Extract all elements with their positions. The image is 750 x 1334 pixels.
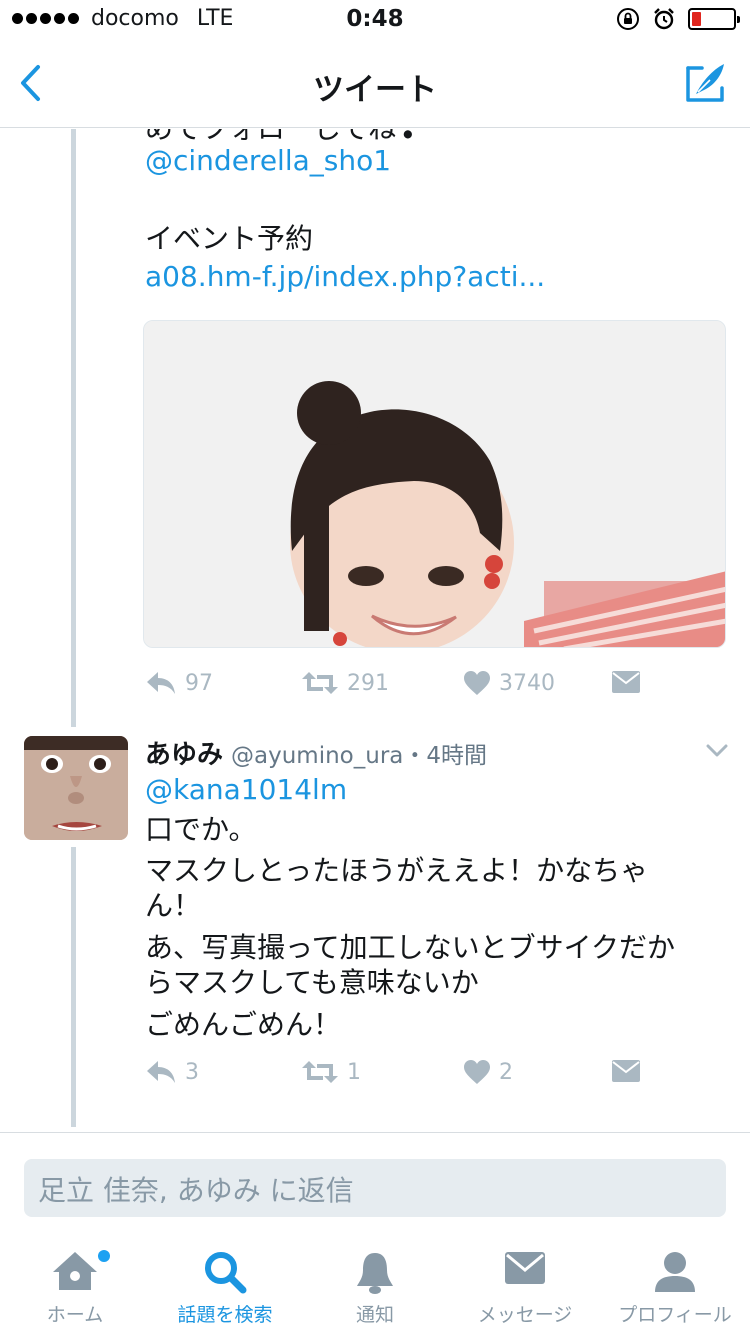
tab-label: 話題を検索: [177, 1304, 273, 1326]
tweet-photo[interactable]: [143, 320, 726, 648]
alarm-icon: [654, 8, 674, 30]
retweet-count: 1: [347, 1059, 361, 1085]
tweet-line: ん！: [145, 889, 202, 922]
dm-action[interactable]: [611, 1059, 641, 1083]
tweet-line: マスクしとったほうがええよ！かなちゃ: [145, 854, 649, 887]
page-title: ツイート: [313, 72, 437, 108]
tweet-text: イベント予約: [145, 222, 314, 255]
url-link[interactable]: a08.hm-f.jp/index.php?acti...: [145, 257, 545, 297]
tab-notifications[interactable]: 通知: [300, 1232, 450, 1334]
tweet-line: らマスクしても意味ないか: [145, 966, 479, 999]
like-action[interactable]: 3740: [463, 670, 555, 696]
reply-count: 3: [185, 1059, 199, 1085]
tab-home[interactable]: ホーム: [0, 1232, 150, 1334]
dm-action[interactable]: [611, 670, 641, 694]
author-handle[interactable]: @ayumino_ura: [231, 743, 403, 769]
status-bar: docomo LTE 0:48: [0, 0, 750, 40]
tab-label: 通知: [355, 1304, 394, 1326]
tweet-thread[interactable]: めでフォローしてね❣ @cinderella_sho1 イベント予約 a08.h…: [0, 129, 750, 1132]
chevron-down-icon: [706, 744, 728, 757]
like-count: 2: [499, 1059, 513, 1085]
photo-image: [144, 321, 725, 647]
search-icon: [205, 1252, 247, 1294]
heart-icon: [464, 1060, 490, 1084]
bell-icon: [357, 1253, 393, 1294]
tab-search[interactable]: 話題を検索: [150, 1232, 300, 1334]
retweet-action[interactable]: 291: [301, 670, 389, 696]
like-action[interactable]: 2: [463, 1059, 513, 1085]
retweet-icon: [302, 1061, 338, 1083]
mention-link[interactable]: @kana1014lm: [145, 770, 347, 810]
rotation-lock-icon: [617, 8, 639, 30]
heart-icon: [464, 671, 490, 695]
mail-icon: [505, 1252, 545, 1284]
mention-link[interactable]: @cinderella_sho1: [145, 141, 391, 181]
tab-label: ホーム: [46, 1304, 104, 1326]
reply-icon: [147, 672, 175, 694]
tab-label: プロフィール: [618, 1304, 732, 1326]
reply-icon: [147, 1061, 175, 1083]
person-icon: [655, 1252, 695, 1292]
retweet-count: 291: [347, 670, 389, 696]
status-bar-right: [616, 7, 740, 31]
envelope-icon: [612, 671, 640, 693]
thread-line: [71, 129, 76, 727]
reply-area: 足立 佳奈, あゆみ に返信: [0, 1132, 750, 1232]
tweet-author-row: あゆみ @ayumino_ura ・4時間: [145, 734, 487, 771]
envelope-icon: [612, 1060, 640, 1082]
home-icon: [53, 1252, 97, 1290]
tweet-actions: 97 291 3740: [145, 670, 705, 706]
retweet-icon: [302, 672, 338, 694]
tweet-menu-button[interactable]: [706, 743, 728, 762]
avatar[interactable]: [24, 736, 128, 840]
compose-icon: [686, 64, 724, 102]
notification-dot: [98, 1250, 110, 1262]
tweet-line: ごめんごめん！: [145, 1008, 342, 1041]
tweet-line: 口でか。: [145, 813, 257, 846]
tweet-time: ・4時間: [403, 743, 488, 769]
author-name[interactable]: あゆみ: [145, 734, 223, 771]
reply-input[interactable]: 足立 佳奈, あゆみ に返信: [24, 1159, 726, 1217]
reply-action[interactable]: 97: [145, 670, 213, 696]
battery-icon: [688, 8, 740, 30]
compose-button[interactable]: [680, 58, 730, 108]
tab-messages[interactable]: メッセージ: [450, 1232, 600, 1334]
avatar-image: [24, 736, 128, 840]
tab-bar: ホーム 話題を検索 通知 メッセージ プロフィール: [0, 1232, 750, 1334]
thread-line: [71, 847, 76, 1127]
tab-label: メッセージ: [477, 1304, 573, 1326]
reply-count: 97: [185, 670, 213, 696]
like-count: 3740: [499, 670, 555, 696]
nav-bar: ツイート: [0, 40, 750, 128]
tweet-actions: 3 1 2: [145, 1059, 705, 1095]
reply-action[interactable]: 3: [145, 1059, 199, 1085]
retweet-action[interactable]: 1: [301, 1059, 361, 1085]
tab-profile[interactable]: プロフィール: [600, 1232, 750, 1334]
tweet-line: あ、写真撮って加工しないとブサイクだか: [145, 931, 676, 964]
